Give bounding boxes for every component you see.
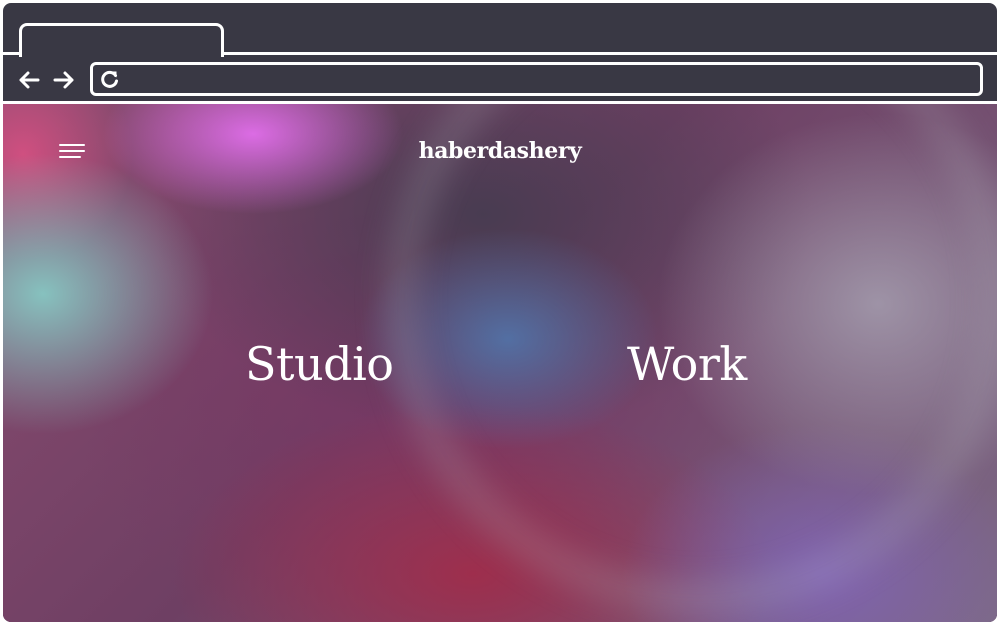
nav-link-work[interactable]: Work	[627, 336, 747, 392]
url-input[interactable]	[129, 67, 972, 93]
forward-button[interactable]	[51, 67, 77, 93]
reload-icon	[101, 70, 118, 88]
reload-button[interactable]	[99, 68, 121, 90]
back-button[interactable]	[16, 67, 42, 93]
nav-link-studio[interactable]: Studio	[245, 336, 394, 392]
address-bar[interactable]	[90, 62, 983, 96]
arrow-left-icon	[19, 71, 40, 89]
browser-window: haberdashery Studio Work	[3, 3, 997, 622]
browser-tab[interactable]	[19, 23, 224, 57]
page-viewport: haberdashery Studio Work	[3, 104, 997, 622]
site-logo[interactable]: haberdashery	[3, 138, 997, 164]
tab-strip-divider-right	[221, 52, 997, 55]
arrow-right-icon	[53, 71, 74, 89]
